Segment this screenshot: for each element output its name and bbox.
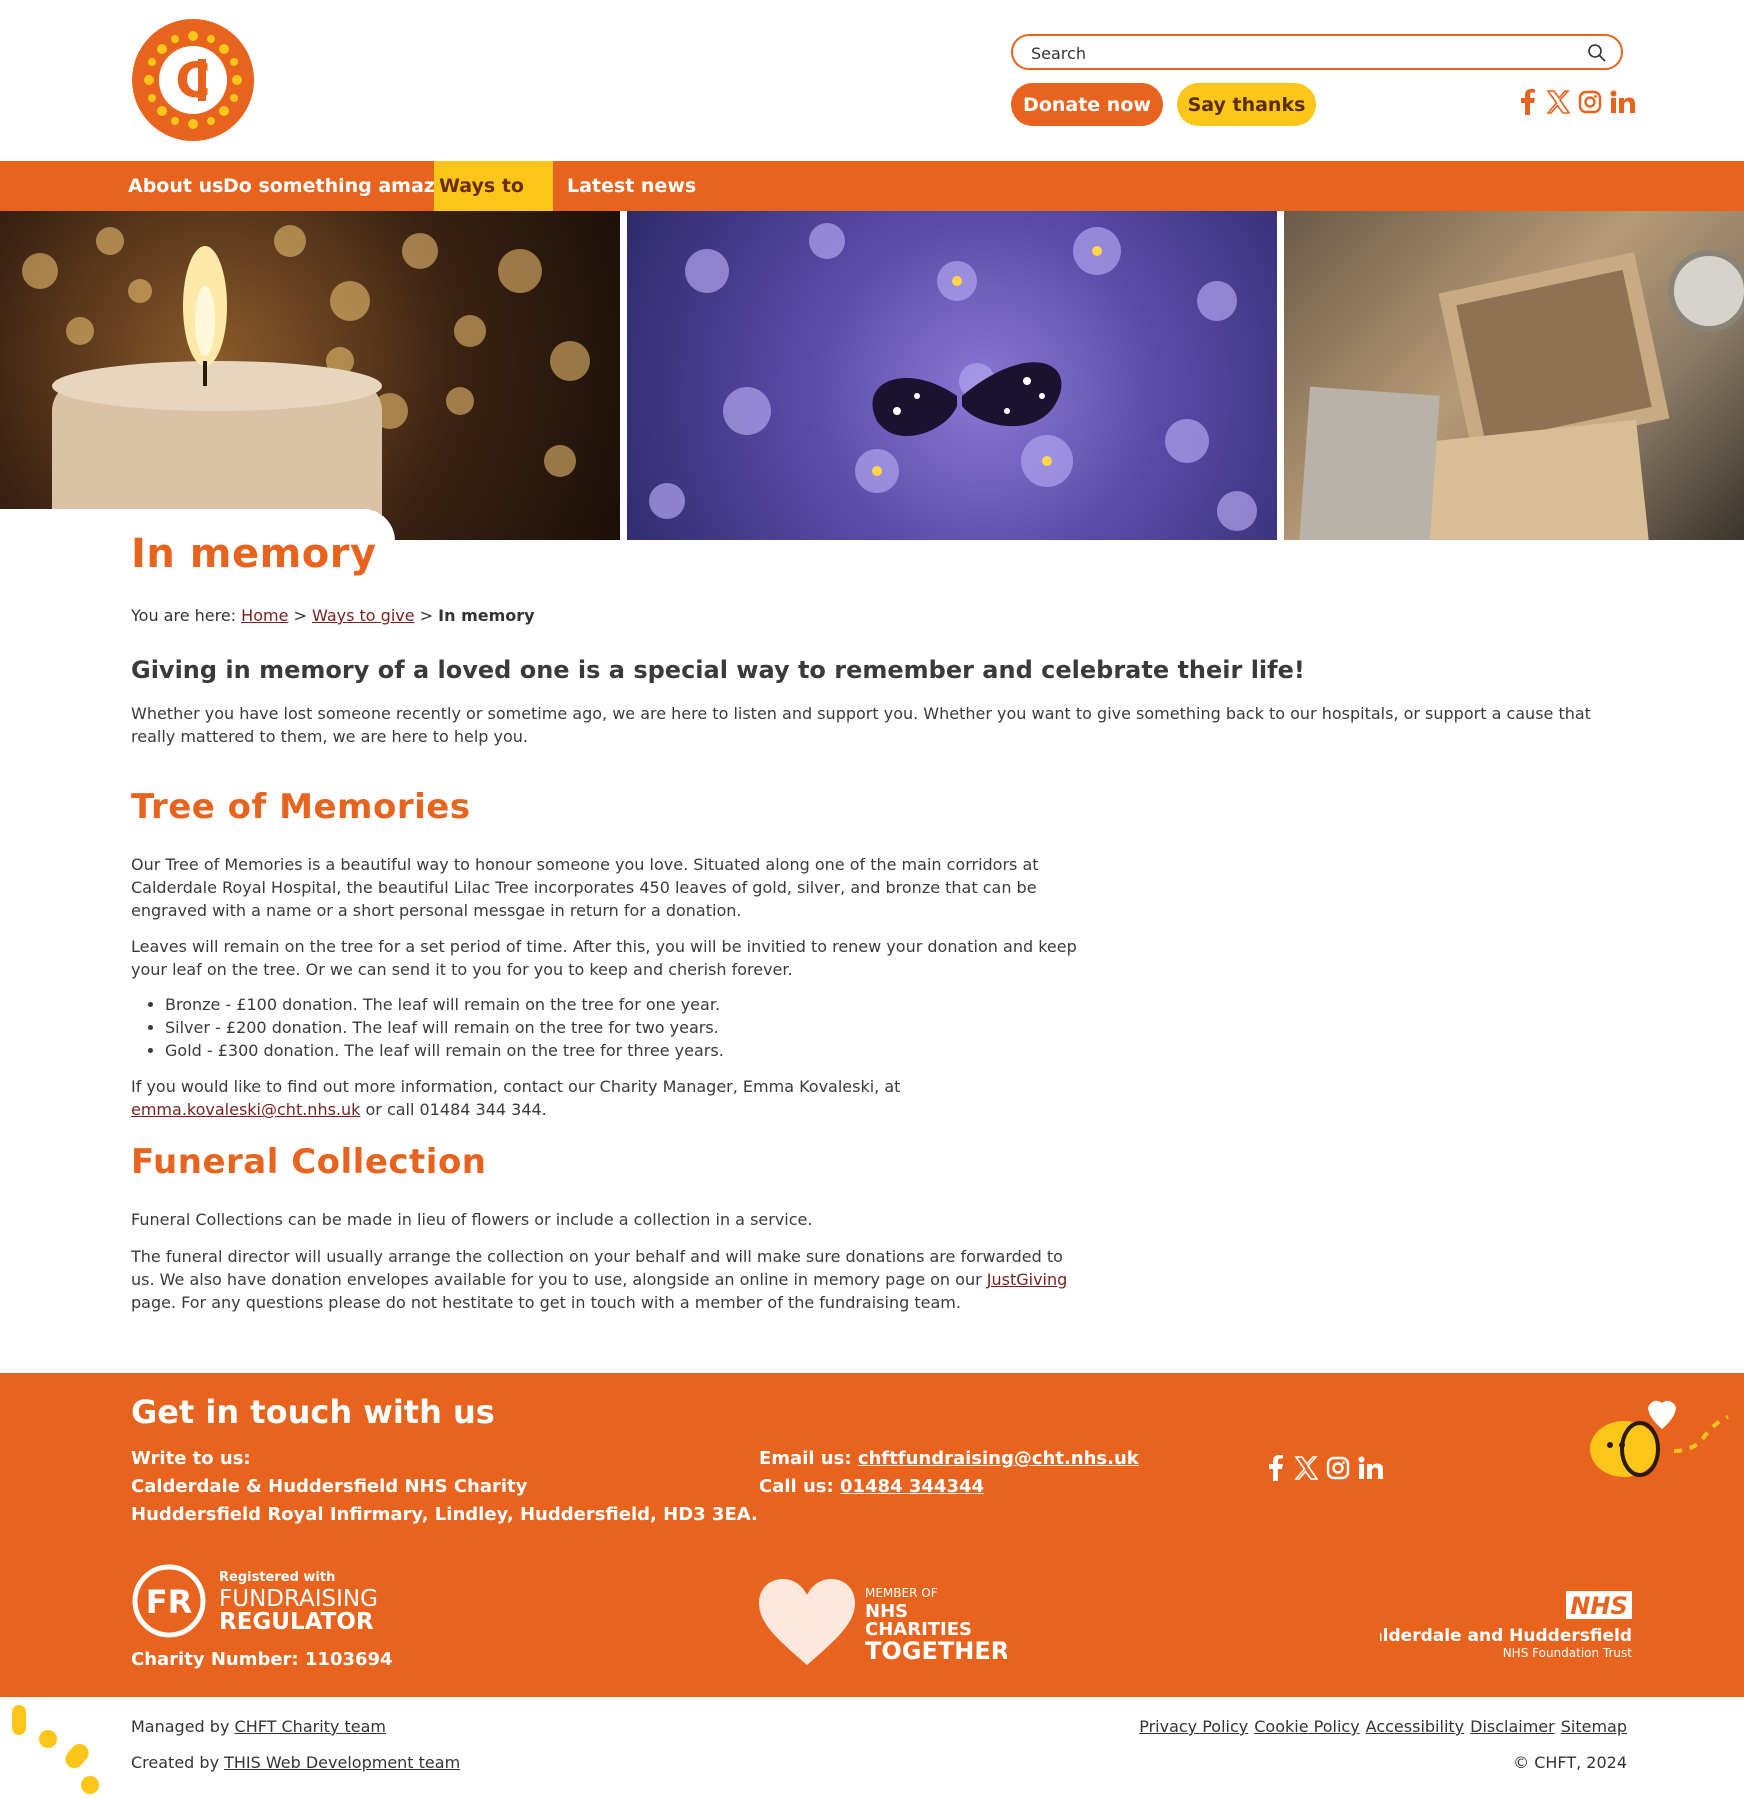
say-thanks-button[interactable]: Say thanks — [1177, 83, 1316, 126]
footer-address: Write to us: Calderdale & Huddersfield N… — [131, 1445, 758, 1529]
managed-by: Managed by CHFT Charity team — [131, 1717, 386, 1736]
chft-charity-team-link[interactable]: CHFT Charity team — [235, 1717, 386, 1736]
bottom-bar: Managed by CHFT Charity team Created by … — [0, 1697, 1744, 1795]
donate-now-button[interactable]: Donate now — [1011, 83, 1163, 126]
svg-text:Calderdale and Huddersfield: Calderdale and Huddersfield — [1380, 1626, 1632, 1646]
disclaimer-link[interactable]: Disclaimer — [1470, 1717, 1555, 1736]
header-social-links — [1518, 89, 1636, 115]
breadcrumb-home-link[interactable]: Home — [241, 606, 288, 625]
accessibility-link[interactable]: Accessibility — [1366, 1717, 1464, 1736]
nav-latest-news[interactable]: Latest news — [562, 161, 701, 211]
list-item: Gold - £300 donation. The leaf will rema… — [165, 1039, 724, 1062]
list-item: Silver - £200 donation. The leaf will re… — [165, 1016, 724, 1039]
write-label: Write to us: — [131, 1448, 251, 1469]
svg-text:Registered with: Registered with — [219, 1570, 335, 1585]
linkedin-icon[interactable] — [1358, 1456, 1384, 1480]
decorative-dots-icon — [12, 1705, 99, 1794]
funeral-paragraph-1: Funeral Collections can be made in lieu … — [131, 1210, 813, 1229]
svg-text:REGULATOR: REGULATOR — [219, 1609, 374, 1635]
breadcrumb: You are here: Home > Ways to give > In m… — [131, 606, 535, 625]
hero-butterfly-flowers-image — [627, 211, 1277, 540]
linkedin-icon[interactable] — [1610, 90, 1636, 114]
tree-contact-text: If you would like to find out more infor… — [131, 1077, 901, 1096]
page-title: In memory — [131, 531, 377, 577]
footer-phone-link[interactable]: 01484 344344 — [840, 1476, 984, 1497]
funeral-collection-heading: Funeral Collection — [131, 1142, 487, 1182]
tree-of-memories-heading: Tree of Memories — [131, 787, 471, 827]
copyright: © CHFT, 2024 — [1513, 1753, 1627, 1772]
svg-text:FR: FR — [146, 1583, 193, 1621]
charity-manager-email-link[interactable]: emma.kovaleski@cht.nhs.uk — [131, 1100, 360, 1119]
search-icon[interactable] — [1587, 43, 1607, 63]
leaf-options-list: Bronze - £100 donation. The leaf will re… — [131, 993, 724, 1062]
tree-paragraph-1: Our Tree of Memories is a beautiful way … — [131, 855, 1039, 920]
instagram-icon[interactable] — [1326, 1456, 1350, 1480]
nhs-charities-together-logo[interactable]: MEMBER OF NHS CHARITIES TOGETHER — [757, 1577, 1007, 1669]
footer-social-links — [1266, 1455, 1384, 1481]
facebook-icon[interactable] — [1518, 89, 1538, 115]
svg-text:NHS Foundation Trust: NHS Foundation Trust — [1503, 1646, 1633, 1660]
x-icon[interactable] — [1294, 1456, 1318, 1480]
email-label: Email us: — [759, 1448, 852, 1469]
svg-text:TOGETHER: TOGETHER — [865, 1637, 1007, 1665]
call-label: Call us: — [759, 1476, 834, 1497]
hero-candles-image — [0, 211, 620, 540]
footer-title: Get in touch with us — [131, 1393, 495, 1431]
justgiving-link[interactable]: JustGiving — [987, 1270, 1068, 1289]
tree-paragraph-2: Leaves will remain on the tree for a set… — [131, 937, 1077, 979]
search-input[interactable] — [1031, 42, 1571, 64]
fundraising-regulator-logo[interactable]: FR Registered with FUNDRAISING REGULATOR — [131, 1563, 381, 1643]
logo-sun-icon: C — [132, 19, 254, 141]
footer-email-link[interactable]: chftfundraising@cht.nhs.uk — [858, 1448, 1139, 1469]
nav-ways-to-give[interactable]: Ways to give — [434, 161, 553, 247]
funeral-text: The funeral director will usually arrang… — [131, 1247, 1063, 1289]
charity-logo[interactable]: C — [132, 19, 254, 141]
hero-old-photos-image — [1284, 211, 1744, 540]
instagram-icon[interactable] — [1578, 90, 1602, 114]
created-by-prefix: Created by — [131, 1753, 220, 1772]
x-icon[interactable] — [1546, 90, 1570, 114]
svg-text:NHS: NHS — [1570, 1592, 1627, 1620]
page: C Donate now Say thanks About us Do some… — [0, 0, 1744, 1795]
legal-links: Privacy Policy Cookie Policy Accessibili… — [1139, 1717, 1627, 1736]
facebook-icon[interactable] — [1266, 1455, 1286, 1481]
breadcrumb-separator: > — [293, 606, 307, 625]
footer-contact: Email us: chftfundraising@cht.nhs.uk Cal… — [759, 1445, 1139, 1501]
list-item: Bronze - £100 donation. The leaf will re… — [165, 993, 724, 1016]
footer: Get in touch with us Write to us: Calder… — [0, 1373, 1744, 1697]
nhs-trust-logo[interactable]: NHS Calderdale and Huddersfield NHS Foun… — [1380, 1589, 1635, 1661]
charity-number: Charity Number: 1103694 — [131, 1649, 393, 1670]
funeral-paragraph-2: The funeral director will usually arrang… — [131, 1245, 1091, 1314]
nav-about-us[interactable]: About us — [123, 161, 228, 211]
svg-text:MEMBER OF: MEMBER OF — [865, 1586, 938, 1600]
funeral-text-after: page. For any questions please do not he… — [131, 1293, 961, 1312]
org-address: Huddersfield Royal Infirmary, Lindley, H… — [131, 1504, 758, 1525]
sitemap-link[interactable]: Sitemap — [1561, 1717, 1627, 1736]
created-by: Created by THIS Web Development team — [131, 1753, 460, 1772]
cookie-policy-link[interactable]: Cookie Policy — [1254, 1717, 1359, 1736]
org-name: Calderdale & Huddersfield NHS Charity — [131, 1476, 528, 1497]
intro-paragraph: Whether you have lost someone recently o… — [131, 704, 1591, 746]
breadcrumb-current: In memory — [438, 606, 535, 625]
lead-heading: Giving in memory of a loved one is a spe… — [131, 656, 1305, 684]
privacy-policy-link[interactable]: Privacy Policy — [1139, 1717, 1248, 1736]
bee-mascot-icon — [1590, 1400, 1729, 1477]
breadcrumb-separator: > — [419, 606, 434, 625]
breadcrumb-prefix: You are here: — [131, 606, 237, 625]
tree-contact-text-after: or call 01484 344 344. — [360, 1100, 547, 1119]
managed-by-prefix: Managed by — [131, 1717, 230, 1736]
search-box[interactable] — [1011, 34, 1623, 70]
main-nav: About us Do something amazing Ways to gi… — [0, 161, 1744, 247]
web-dev-team-link[interactable]: THIS Web Development team — [224, 1753, 460, 1772]
breadcrumb-ways-to-give-link[interactable]: Ways to give — [312, 606, 415, 625]
tree-contact-paragraph: If you would like to find out more infor… — [131, 1075, 1111, 1121]
